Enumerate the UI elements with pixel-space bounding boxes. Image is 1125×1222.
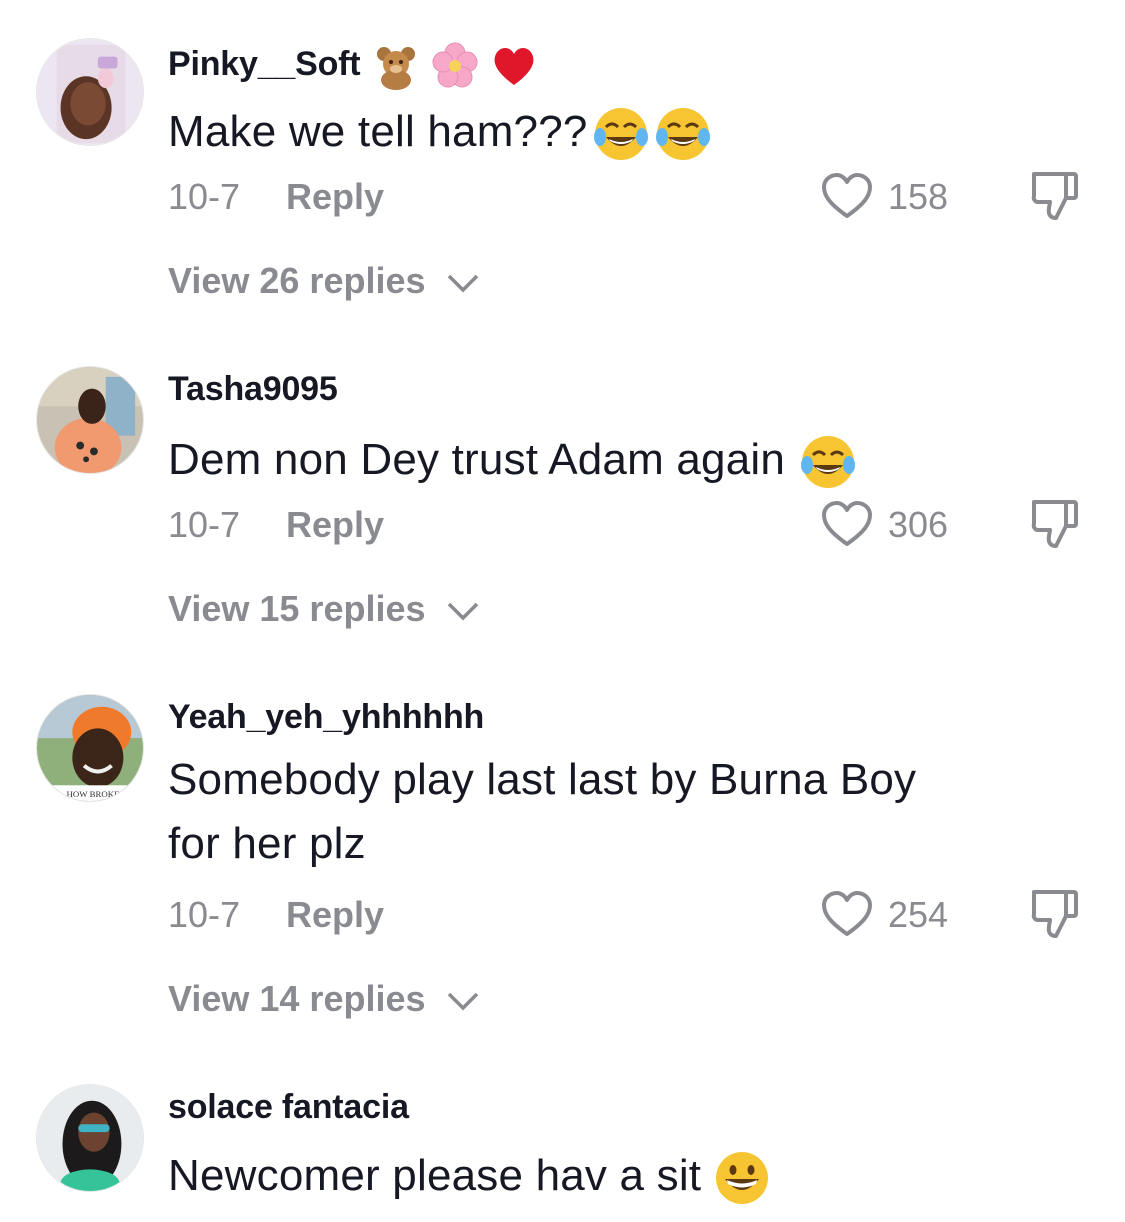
comment-text: Somebody play last last by Burna Boy for… <box>168 755 917 868</box>
view-replies-button[interactable]: View 26 replies <box>168 260 480 302</box>
comment-date: 10-7 <box>168 504 241 545</box>
username[interactable]: solace fantacia <box>168 1088 409 1127</box>
heart-outline-icon[interactable] <box>820 890 874 938</box>
view-replies-button[interactable]: View 14 replies <box>168 978 480 1020</box>
grinning-emoji <box>716 1152 769 1205</box>
reply-button[interactable]: Reply <box>286 176 384 218</box>
username[interactable]: Yeah_yeh_yhhhhhh <box>168 698 484 737</box>
thumbs-down-icon[interactable] <box>1028 886 1080 940</box>
teddy-bear-emoji <box>376 47 415 90</box>
like-count: 306 <box>888 504 949 545</box>
heart-outline-icon[interactable] <box>820 500 874 548</box>
comment-text: Newcomer please hav a sit <box>168 1144 988 1208</box>
avatar[interactable] <box>36 38 144 146</box>
avatar[interactable] <box>36 1084 144 1192</box>
username[interactable]: Tasha9095 <box>168 370 338 409</box>
heart-outline-icon[interactable] <box>820 172 874 220</box>
comment-date: 10-7 <box>168 894 241 935</box>
svg-text:HOW BROKE GI: HOW BROKE GI <box>66 789 131 799</box>
red-heart-emoji <box>494 48 534 85</box>
comment-text: Dem non Dey trust Adam again <box>168 428 988 492</box>
tears-of-joy-emoji <box>801 436 856 489</box>
comment-text: Make we tell ham??? <box>168 100 988 164</box>
username[interactable]: Pinky__Soft <box>168 42 538 90</box>
reply-button[interactable]: Reply <box>286 894 384 936</box>
chevron-down-icon <box>447 275 478 293</box>
thumbs-down-icon[interactable] <box>1028 168 1080 222</box>
cherry-blossom-emoji <box>432 42 478 88</box>
chevron-down-icon <box>447 603 478 621</box>
reply-button[interactable]: Reply <box>286 504 384 546</box>
tears-of-joy-emoji <box>593 108 648 161</box>
avatar[interactable]: HOW BROKE GI <box>36 694 144 802</box>
tears-of-joy-emoji <box>655 108 710 161</box>
thumbs-down-icon[interactable] <box>1028 496 1080 550</box>
avatar[interactable] <box>36 366 144 474</box>
like-count: 158 <box>888 176 949 217</box>
like-count: 254 <box>888 894 949 935</box>
chevron-down-icon <box>447 993 478 1011</box>
comment-date: 10-7 <box>168 176 241 217</box>
view-replies-button[interactable]: View 15 replies <box>168 588 480 630</box>
